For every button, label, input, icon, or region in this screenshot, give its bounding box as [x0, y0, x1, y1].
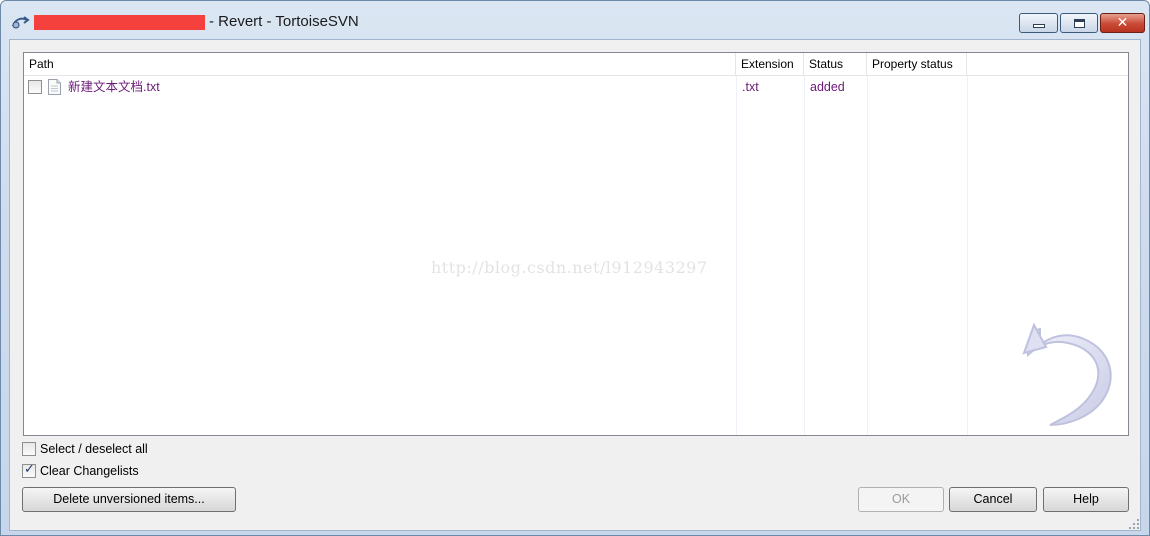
column-divider	[736, 76, 737, 435]
revert-dialog: - Revert - TortoiseSVN ✕ Path Extension …	[0, 0, 1150, 536]
clear-changelists-label: Clear Changelists	[40, 464, 139, 478]
close-button[interactable]: ✕	[1100, 13, 1145, 33]
row-status: added	[810, 80, 845, 94]
row-checkbox[interactable]	[28, 80, 42, 94]
column-header-status[interactable]: Status	[804, 53, 867, 76]
delete-unversioned-button[interactable]: Delete unversioned items...	[22, 487, 236, 512]
file-list[interactable]: Path Extension Status Property status 新建…	[23, 52, 1129, 436]
minimize-icon	[1032, 24, 1045, 28]
redacted-title-block	[34, 15, 205, 30]
column-divider	[804, 76, 805, 435]
clear-changelists-checkbox[interactable]	[22, 462, 36, 478]
column-divider	[967, 76, 968, 435]
cancel-button[interactable]: Cancel	[949, 487, 1037, 512]
text-file-icon	[48, 79, 61, 95]
title-bar[interactable]: - Revert - TortoiseSVN ✕	[1, 1, 1149, 41]
row-extension: .txt	[742, 80, 759, 94]
row-path: 新建文本文档.txt	[68, 80, 160, 94]
watermark: http://blog.csdn.net/l912943297	[431, 258, 708, 277]
maximize-button[interactable]	[1060, 13, 1098, 33]
select-all-checkbox[interactable]	[22, 442, 36, 456]
clear-changelists-option[interactable]: Clear Changelists	[22, 462, 139, 480]
column-divider	[867, 76, 868, 435]
column-header-path[interactable]: Path	[24, 53, 736, 76]
select-all-label: Select / deselect all	[40, 442, 148, 456]
select-all-option[interactable]: Select / deselect all	[22, 440, 148, 458]
dialog-client-area: Path Extension Status Property status 新建…	[9, 39, 1141, 531]
maximize-icon	[1073, 18, 1085, 28]
tortoisesvn-revert-icon	[12, 16, 30, 29]
column-header-extension[interactable]: Extension	[736, 53, 804, 76]
list-header: Path Extension Status Property status	[24, 53, 1128, 76]
list-row[interactable]: 新建文本文档.txt .txt added	[24, 76, 1128, 98]
help-button[interactable]: Help	[1043, 487, 1129, 512]
resize-grip-icon[interactable]	[1128, 518, 1140, 530]
close-icon: ✕	[1116, 15, 1129, 31]
column-header-property-status[interactable]: Property status	[867, 53, 967, 76]
revert-arrow-icon	[1022, 322, 1112, 426]
minimize-button[interactable]	[1019, 13, 1058, 33]
window-title: - Revert - TortoiseSVN	[209, 13, 359, 30]
ok-button[interactable]: OK	[858, 487, 944, 512]
